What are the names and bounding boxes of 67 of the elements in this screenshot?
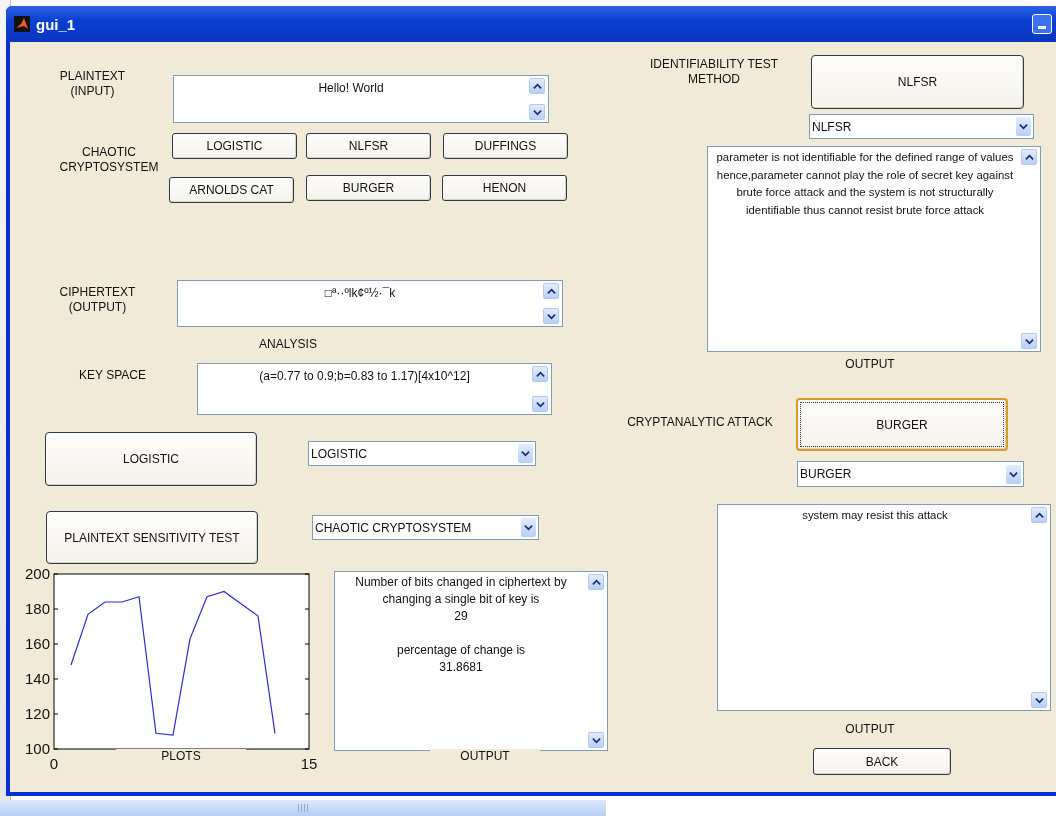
- x-axis-label: PLOTS: [116, 749, 246, 763]
- identifiability-button[interactable]: NLFSR: [811, 55, 1024, 109]
- ciphertext-field[interactable]: □ª··ºlk¢º½·¯k: [177, 280, 563, 327]
- down-chevron-icon: [546, 311, 556, 321]
- identifiability-dropdown[interactable]: NLFSR: [809, 114, 1034, 139]
- cryptosystem-button[interactable]: BURGER: [306, 175, 431, 201]
- x-tick-label: 15: [300, 755, 318, 772]
- cryptosystem-label: CHAOTIC CRYPTOSYSTEM: [58, 145, 160, 175]
- analysis-heading: ANALYSIS: [258, 337, 318, 352]
- down-chevron-icon: [1024, 336, 1034, 346]
- up-chevron-icon: [591, 577, 601, 587]
- scroll-up-button[interactable]: [529, 78, 545, 94]
- cryptosystem-button[interactable]: NLFSR: [306, 133, 431, 159]
- cryptosystem-button[interactable]: HENON: [442, 175, 567, 201]
- app-icon: [14, 16, 30, 32]
- y-tick-label: 120: [24, 705, 50, 722]
- scroll-up-button[interactable]: [1021, 149, 1037, 165]
- scroll-down-button[interactable]: [529, 104, 545, 120]
- key-space-label: KEY SPACE: [78, 368, 147, 383]
- cryptosystem-button[interactable]: LOGISTIC: [172, 133, 297, 159]
- scroll-up-button[interactable]: [588, 574, 604, 590]
- analysis-dropdown[interactable]: CHAOTIC CRYPTOSYSTEM: [312, 515, 539, 540]
- cryptosystem-button[interactable]: ARNOLDS CAT: [169, 177, 294, 203]
- scroll-down-button[interactable]: [588, 732, 604, 748]
- x-tick-label: 0: [49, 755, 59, 772]
- analysis-button[interactable]: PLAINTEXT SENSITIVITY TEST: [46, 511, 258, 564]
- up-chevron-icon: [1024, 152, 1034, 162]
- down-chevron-icon: [591, 735, 601, 745]
- cryptosystem-button[interactable]: DUFFINGS: [443, 133, 568, 159]
- identifiability-output-caption: OUTPUT: [844, 357, 896, 372]
- y-tick-label: 140: [24, 670, 50, 687]
- horizontal-scrollbar[interactable]: [0, 800, 606, 816]
- scroll-up-button[interactable]: [543, 283, 559, 299]
- ciphertext-label: CIPHERTEXT (OUTPUT): [58, 285, 137, 315]
- identifiability-label: IDENTIFIABILITY TEST METHOD: [648, 57, 780, 87]
- attack-button[interactable]: BURGER: [796, 398, 1008, 451]
- scroll-down-button[interactable]: [532, 396, 548, 412]
- down-chevron-icon: [535, 399, 545, 409]
- y-tick-label: 180: [24, 600, 50, 617]
- identifiability-output-box: parameter is not identifiable for the defined range of values hence,parameter cannot play the role of secret key against brute force attack and the system is not structurally identifiable thus cannot resist brute force attack: [707, 146, 1041, 352]
- down-chevron-icon: [532, 107, 542, 117]
- down-chevron-icon: [1034, 695, 1044, 705]
- up-chevron-icon: [535, 369, 545, 379]
- attack-dropdown[interactable]: BURGER: [797, 461, 1024, 487]
- y-tick-label: 200: [24, 566, 50, 582]
- minimize-button[interactable]: [1032, 14, 1052, 34]
- result-output-box: Number of bits changed in ciphertext by changing a single bit of key is 29 percentage of change is 31.8681: [334, 571, 608, 751]
- y-tick-label: 160: [24, 635, 50, 652]
- scroll-down-button[interactable]: [1031, 692, 1047, 708]
- key-space-field[interactable]: (a=0.77 to 0.9;b=0.83 to 1.17)[4x10^12]: [197, 363, 552, 415]
- scroll-down-button[interactable]: [1021, 333, 1037, 349]
- scroll-down-button[interactable]: [543, 308, 559, 324]
- analysis-dropdown[interactable]: LOGISTIC: [308, 441, 536, 466]
- scroll-up-button[interactable]: [532, 366, 548, 382]
- window-title: gui_1: [36, 15, 76, 33]
- y-tick-label: 100: [24, 740, 50, 757]
- up-chevron-icon: [1034, 510, 1044, 520]
- analysis-button[interactable]: LOGISTIC: [45, 432, 257, 486]
- up-chevron-icon: [532, 81, 542, 91]
- attack-label: CRYPTANALYTIC ATTACK: [626, 415, 774, 430]
- attack-output-caption: OUTPUT: [844, 722, 896, 737]
- back-button[interactable]: BACK: [813, 748, 951, 775]
- attack-output-box: system may resist this attack: [717, 504, 1051, 711]
- up-chevron-icon: [546, 286, 556, 296]
- plaintext-field[interactable]: Hello! World: [173, 75, 549, 123]
- scroll-up-button[interactable]: [1031, 507, 1047, 523]
- plaintext-label: PLAINTEXT (INPUT): [58, 69, 127, 99]
